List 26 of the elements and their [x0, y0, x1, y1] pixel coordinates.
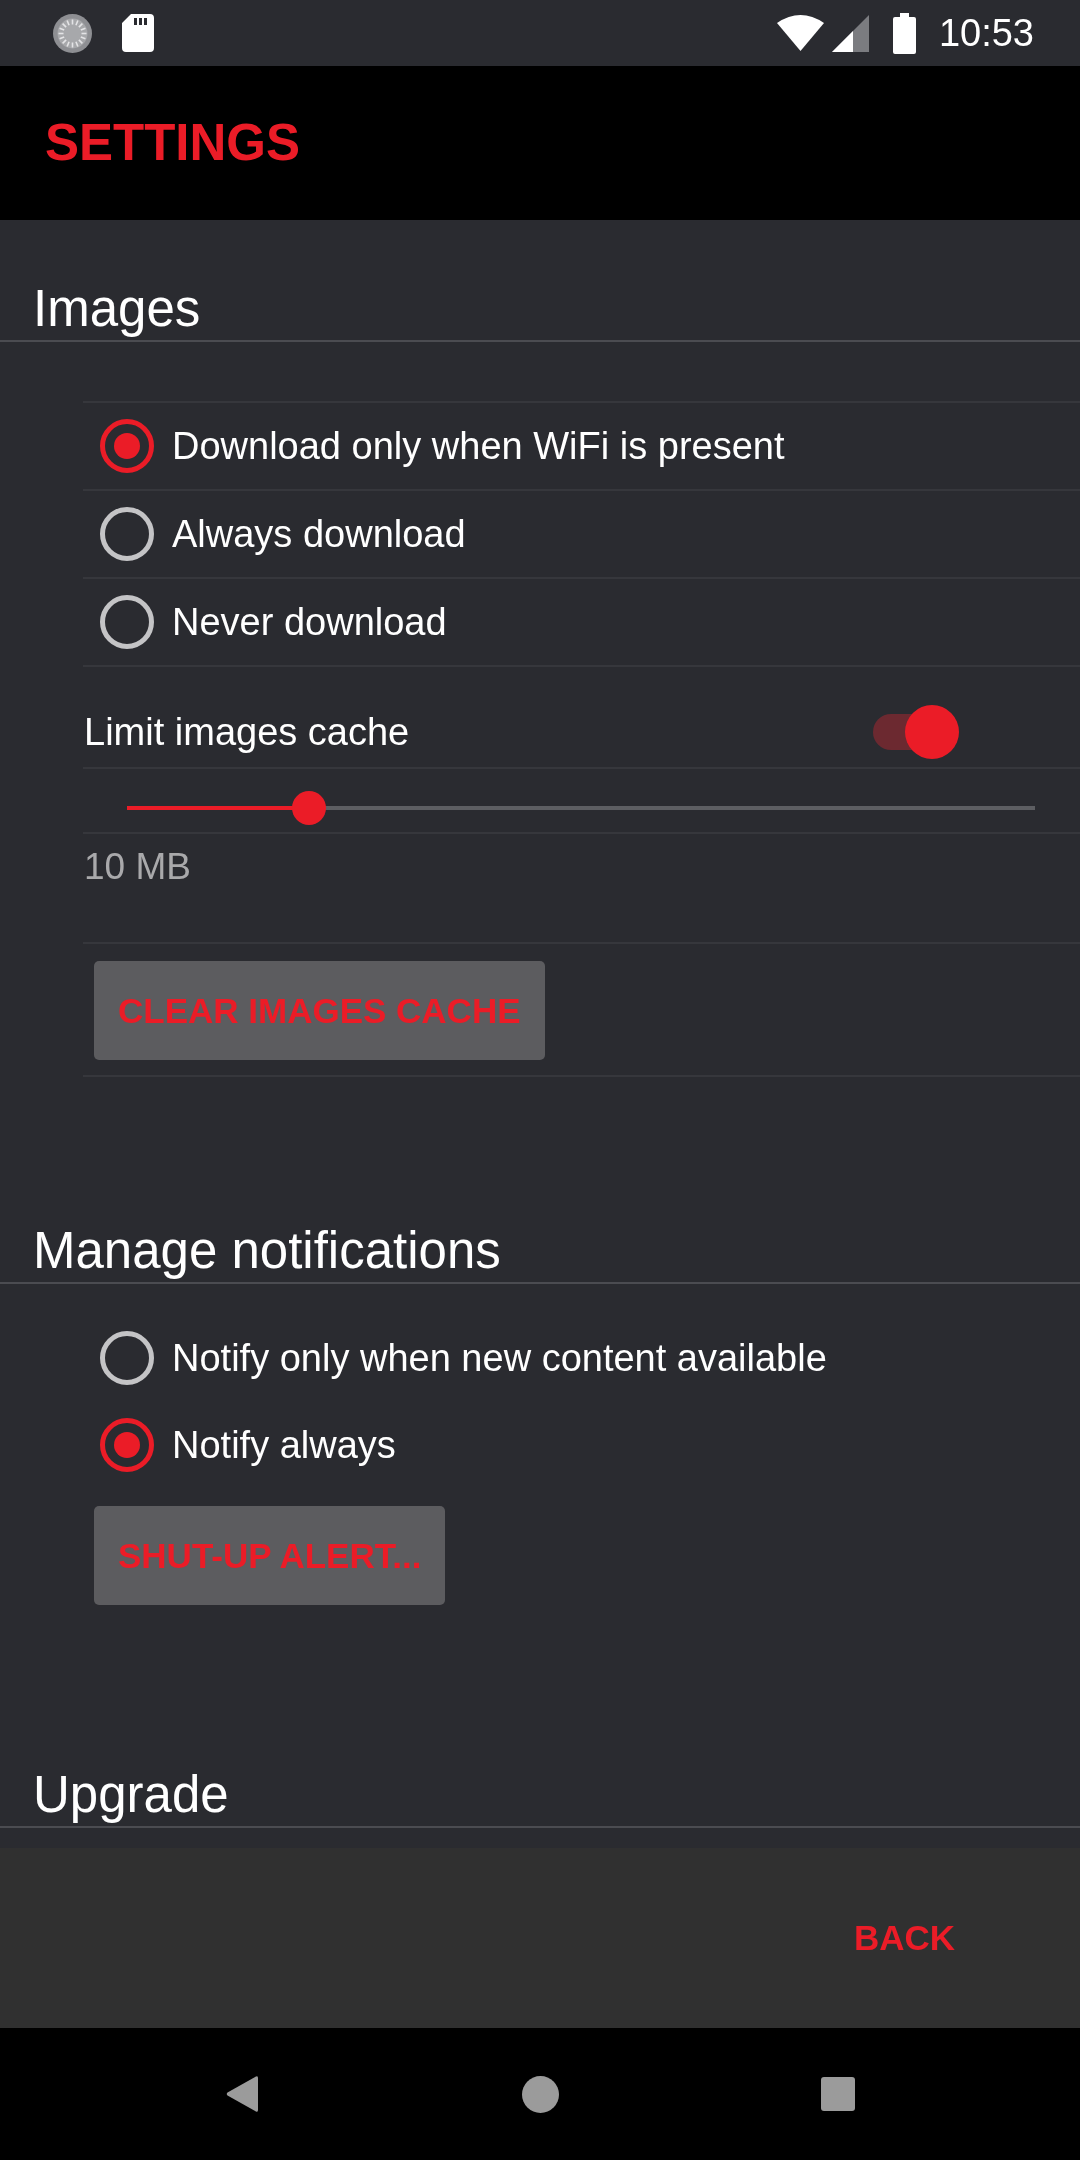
radio-button[interactable]	[100, 419, 154, 473]
app-title: SETTINGS	[45, 113, 301, 173]
section-title: Upgrade	[33, 1765, 229, 1825]
slider-thumb[interactable]	[291, 791, 326, 825]
option-label[interactable]: Notify only when new content available	[172, 1335, 827, 1380]
setting-label: Limit images cache	[84, 710, 410, 754]
sd-card-icon	[122, 14, 154, 52]
battery-icon	[892, 12, 916, 54]
status-time: 10:53	[938, 11, 1034, 55]
section-title: Manage notifications	[33, 1221, 501, 1281]
signal-icon	[831, 14, 869, 52]
option-label[interactable]: Never download	[172, 600, 447, 644]
dial-icon	[53, 13, 92, 53]
slider-value: 10 MB	[84, 846, 191, 888]
section-title: Images	[33, 279, 201, 339]
radio-button[interactable]	[100, 1417, 154, 1472]
radio-button[interactable]	[100, 1330, 154, 1385]
radio-button[interactable]	[100, 507, 154, 561]
wifi-icon	[776, 15, 824, 51]
option-label[interactable]: Download only when WiFi is present	[172, 424, 785, 468]
option-label[interactable]: Always download	[172, 512, 466, 556]
toggle-switch[interactable]	[873, 705, 959, 759]
home-icon[interactable]	[521, 2075, 559, 2113]
option-label[interactable]: Notify always	[172, 1422, 396, 1467]
back-icon[interactable]	[226, 2075, 258, 2113]
radio-button[interactable]	[100, 595, 154, 649]
